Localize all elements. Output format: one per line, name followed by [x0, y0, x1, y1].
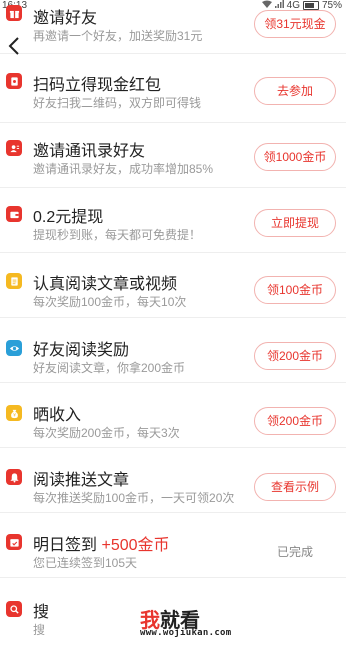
claim-coins-button[interactable]: 领100金币 [254, 276, 336, 304]
item-title: 0.2元提现 [33, 209, 104, 226]
back-icon[interactable] [6, 36, 22, 58]
list-item[interactable]: ¥ 晒收入 每次奖励200金币，每天3次 领200金币 [0, 384, 346, 448]
list-item[interactable]: 邀请通讯录好友 邀请通讯录好友，成功率增加85% 领1000金币 [0, 124, 346, 188]
divider [0, 512, 346, 513]
item-subtitle: 您已连续签到105天 [33, 556, 138, 570]
bell-icon [6, 469, 22, 485]
checkin-reward: +500金币 [101, 537, 170, 554]
completed-status: 已完成 [276, 545, 313, 559]
checkin-title: 明日签到 [33, 537, 98, 554]
list-item[interactable]: 明日签到 +500金币 您已连续签到105天 已完成 [0, 514, 346, 578]
document-icon [6, 273, 22, 289]
list-item[interactable]: 扫码立得现金红包 好友扫我二维码，双方即可得钱 去参加 [0, 59, 346, 123]
red-packet-icon [6, 73, 22, 89]
money-bag-icon: ¥ [6, 405, 22, 421]
item-subtitle: 邀请通讯录好友，成功率增加85% [33, 162, 214, 176]
divider [0, 252, 346, 253]
divider [0, 53, 346, 54]
claim-coins-button[interactable]: 领1000金币 [254, 143, 336, 171]
claim-cash-button[interactable]: 领31元现金 [254, 10, 336, 38]
claim-coins-button[interactable]: 领200金币 [254, 342, 336, 370]
item-title: 扫码立得现金红包 [33, 77, 162, 94]
divider [0, 187, 346, 188]
item-subtitle: 提现秒到账，每天都可免费提！ [33, 228, 202, 242]
svg-text:¥: ¥ [13, 412, 16, 417]
view-example-button[interactable]: 查看示例 [254, 473, 336, 501]
item-title: 晒收入 [33, 407, 82, 424]
divider [0, 317, 346, 318]
item-subtitle: 搜 [33, 623, 46, 637]
item-subtitle: 每次奖励100金币，每天10次 [33, 295, 187, 309]
item-subtitle: 好友扫我二维码，双方即可得钱 [33, 96, 202, 110]
list-item[interactable]: 邀请好友 再邀请一个好友，加送奖励31元 领31元现金 [0, 0, 346, 64]
watermark-url: www.wojiukan.com [140, 628, 232, 638]
claim-coins-button[interactable]: 领200金币 [254, 407, 336, 435]
site-watermark: 我就看 www.wojiukan.com [140, 604, 250, 644]
join-button[interactable]: 去参加 [254, 77, 336, 105]
item-title: 邀请通讯录好友 [33, 143, 146, 160]
wallet-icon [6, 206, 22, 222]
item-title: 好友阅读奖励 [33, 342, 130, 359]
list-item[interactable]: 0.2元提现 提现秒到账，每天都可免费提！ 立即提现 [0, 189, 346, 253]
item-subtitle: 好友阅读文章，你拿200金币 [33, 361, 186, 375]
divider [0, 382, 346, 383]
withdraw-button[interactable]: 立即提现 [254, 209, 336, 237]
divider [0, 447, 346, 448]
item-title: 认真阅读文章或视频 [33, 276, 178, 293]
item-title: 邀请好友 [33, 10, 98, 27]
item-title: 阅读推送文章 [33, 472, 130, 489]
list-item[interactable]: 阅读推送文章 每次推送奖励100金币，一天可领20次 查看示例 [0, 449, 346, 513]
list-item[interactable]: 好友阅读奖励 好友阅读文章，你拿200金币 领200金币 [0, 319, 346, 383]
contacts-icon [6, 140, 22, 156]
search-icon [6, 601, 22, 617]
list-item[interactable]: 认真阅读文章或视频 每次奖励100金币，每天10次 领100金币 [0, 254, 346, 318]
item-title: 搜 [33, 604, 50, 621]
item-title: 明日签到 +500金币 [33, 531, 170, 555]
item-subtitle: 每次推送奖励100金币，一天可领20次 [33, 491, 235, 505]
divider [0, 577, 346, 578]
calendar-icon [6, 534, 22, 550]
eye-icon [6, 340, 22, 356]
divider [0, 122, 346, 123]
item-subtitle: 每次奖励200金币，每天3次 [33, 426, 180, 440]
gift-icon [6, 5, 22, 21]
item-subtitle: 再邀请一个好友，加送奖励31元 [33, 29, 203, 43]
